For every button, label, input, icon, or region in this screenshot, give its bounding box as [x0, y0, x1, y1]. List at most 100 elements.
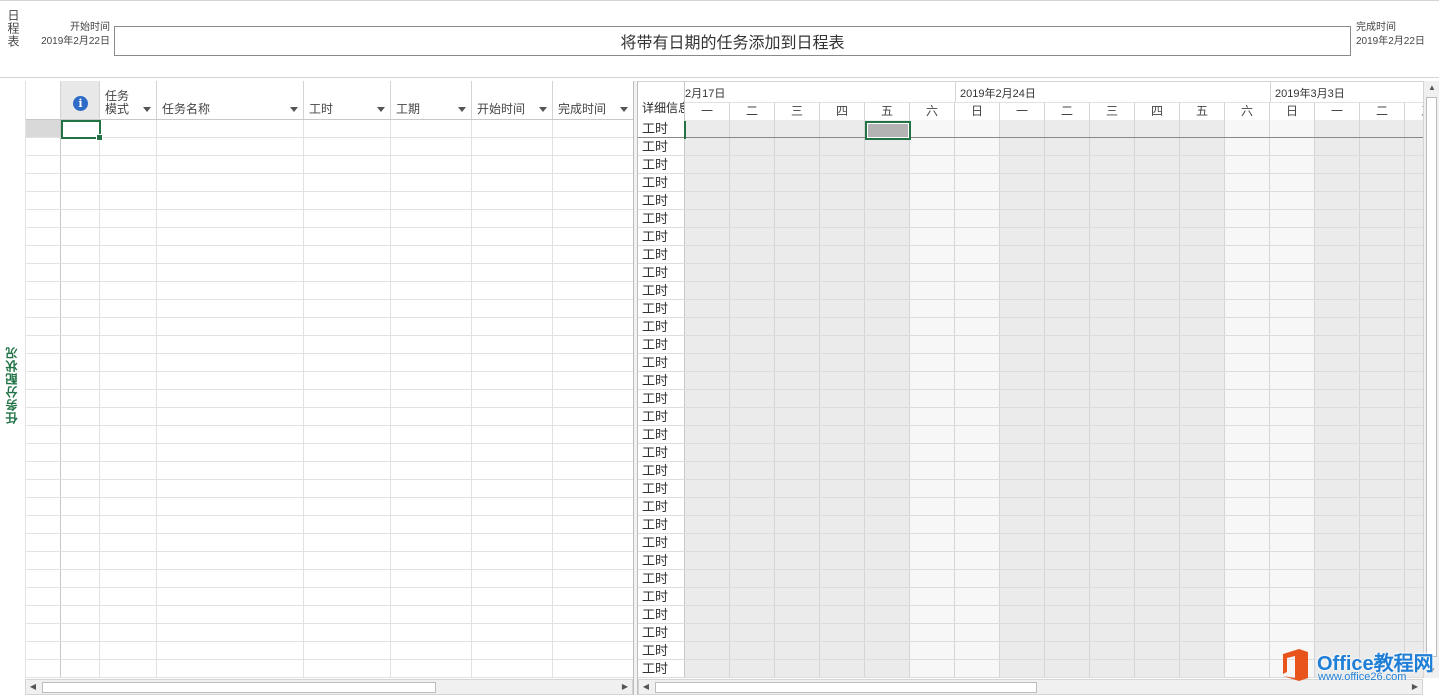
active-cell[interactable]: [61, 120, 103, 141]
row-header[interactable]: [26, 174, 61, 191]
grid-cell[interactable]: [472, 552, 553, 569]
grid-cell[interactable]: [391, 606, 472, 623]
grid-cell[interactable]: [472, 354, 553, 371]
grid-cell[interactable]: [304, 246, 391, 263]
grid-cell[interactable]: [391, 264, 472, 281]
grid-cell[interactable]: [61, 246, 100, 263]
row-header[interactable]: [26, 228, 61, 245]
grid-cell[interactable]: [157, 264, 304, 281]
grid-cell[interactable]: [553, 498, 633, 515]
grid-cell[interactable]: [61, 660, 100, 677]
table-row[interactable]: [26, 372, 633, 390]
row-header[interactable]: [26, 588, 61, 605]
grid-cell[interactable]: [391, 120, 472, 137]
grid-cell[interactable]: [100, 174, 157, 191]
grid-cell[interactable]: [304, 120, 391, 137]
usage-row[interactable]: 工时: [638, 174, 1423, 192]
grid-cell[interactable]: [100, 354, 157, 371]
grid-cell[interactable]: [157, 336, 304, 353]
table-row[interactable]: [26, 282, 633, 300]
grid-cell[interactable]: [553, 426, 633, 443]
usage-row[interactable]: 工时: [638, 498, 1423, 516]
row-header[interactable]: [26, 444, 61, 461]
scroll-down-icon[interactable]: ▼: [1425, 664, 1439, 678]
usage-row[interactable]: 工时: [638, 624, 1423, 642]
table-row[interactable]: [26, 120, 633, 138]
grid-cell[interactable]: [391, 498, 472, 515]
grid-cell[interactable]: [304, 282, 391, 299]
grid-cell[interactable]: [304, 534, 391, 551]
grid-cell[interactable]: [100, 300, 157, 317]
usage-row[interactable]: 工时: [638, 588, 1423, 606]
row-header[interactable]: [26, 408, 61, 425]
dropdown-arrow-icon[interactable]: [143, 107, 151, 112]
table-row[interactable]: [26, 300, 633, 318]
grid-cell[interactable]: [391, 354, 472, 371]
table-row[interactable]: [26, 174, 633, 192]
grid-cell[interactable]: [61, 444, 100, 461]
grid-cell[interactable]: [100, 606, 157, 623]
grid-cell[interactable]: [61, 462, 100, 479]
grid-cell[interactable]: [157, 498, 304, 515]
grid-cell[interactable]: [157, 300, 304, 317]
row-header[interactable]: [26, 480, 61, 497]
grid-cell[interactable]: [61, 570, 100, 587]
table-row[interactable]: [26, 246, 633, 264]
usage-row[interactable]: 工时: [638, 336, 1423, 354]
row-header[interactable]: [26, 120, 61, 137]
grid-cell[interactable]: [157, 246, 304, 263]
grid-cell[interactable]: [100, 462, 157, 479]
grid-cell[interactable]: [472, 480, 553, 497]
grid-cell[interactable]: [61, 408, 100, 425]
grid-cell[interactable]: [157, 480, 304, 497]
grid-cell[interactable]: [472, 444, 553, 461]
row-header[interactable]: [26, 300, 61, 317]
usage-row[interactable]: 工时: [638, 516, 1423, 534]
usage-row[interactable]: 工时: [638, 354, 1423, 372]
usage-row[interactable]: 工时: [638, 372, 1423, 390]
usage-row[interactable]: 工时: [638, 426, 1423, 444]
grid-cell[interactable]: [61, 426, 100, 443]
grid-cell[interactable]: [391, 192, 472, 209]
grid-cell[interactable]: [472, 120, 553, 137]
grid-cell[interactable]: [391, 570, 472, 587]
grid-cell[interactable]: [391, 480, 472, 497]
grid-cell[interactable]: [304, 372, 391, 389]
grid-cell[interactable]: [100, 390, 157, 407]
grid-cell[interactable]: [61, 516, 100, 533]
grid-cell[interactable]: [472, 246, 553, 263]
grid-cell[interactable]: [61, 210, 100, 227]
grid-cell[interactable]: [61, 264, 100, 281]
table-row[interactable]: [26, 534, 633, 552]
usage-row[interactable]: 工时: [638, 660, 1423, 678]
grid-cell[interactable]: [391, 174, 472, 191]
grid-cell[interactable]: [100, 156, 157, 173]
table-row[interactable]: [26, 606, 633, 624]
row-header[interactable]: [26, 624, 61, 641]
grid-cell[interactable]: [304, 174, 391, 191]
grid-cell[interactable]: [472, 318, 553, 335]
grid-cell[interactable]: [304, 444, 391, 461]
grid-cell[interactable]: [391, 660, 472, 677]
grid-cell[interactable]: [61, 624, 100, 641]
grid-cell[interactable]: [553, 516, 633, 533]
grid-cell[interactable]: [304, 426, 391, 443]
grid-cell[interactable]: [157, 210, 304, 227]
grid-cell[interactable]: [553, 372, 633, 389]
table-row[interactable]: [26, 264, 633, 282]
selected-time-cell[interactable]: [865, 121, 911, 140]
grid-cell[interactable]: [553, 228, 633, 245]
grid-cell[interactable]: [100, 570, 157, 587]
grid-cell[interactable]: [157, 624, 304, 641]
grid-cell[interactable]: [553, 606, 633, 623]
grid-cell[interactable]: [61, 300, 100, 317]
grid-cell[interactable]: [304, 336, 391, 353]
usage-row[interactable]: 工时: [638, 570, 1423, 588]
dropdown-arrow-icon[interactable]: [458, 107, 466, 112]
grid-cell[interactable]: [472, 462, 553, 479]
grid-cell[interactable]: [304, 552, 391, 569]
grid-cell[interactable]: [157, 318, 304, 335]
grid-cell[interactable]: [100, 444, 157, 461]
grid-rows[interactable]: [26, 120, 633, 678]
usage-row[interactable]: 工时: [638, 390, 1423, 408]
